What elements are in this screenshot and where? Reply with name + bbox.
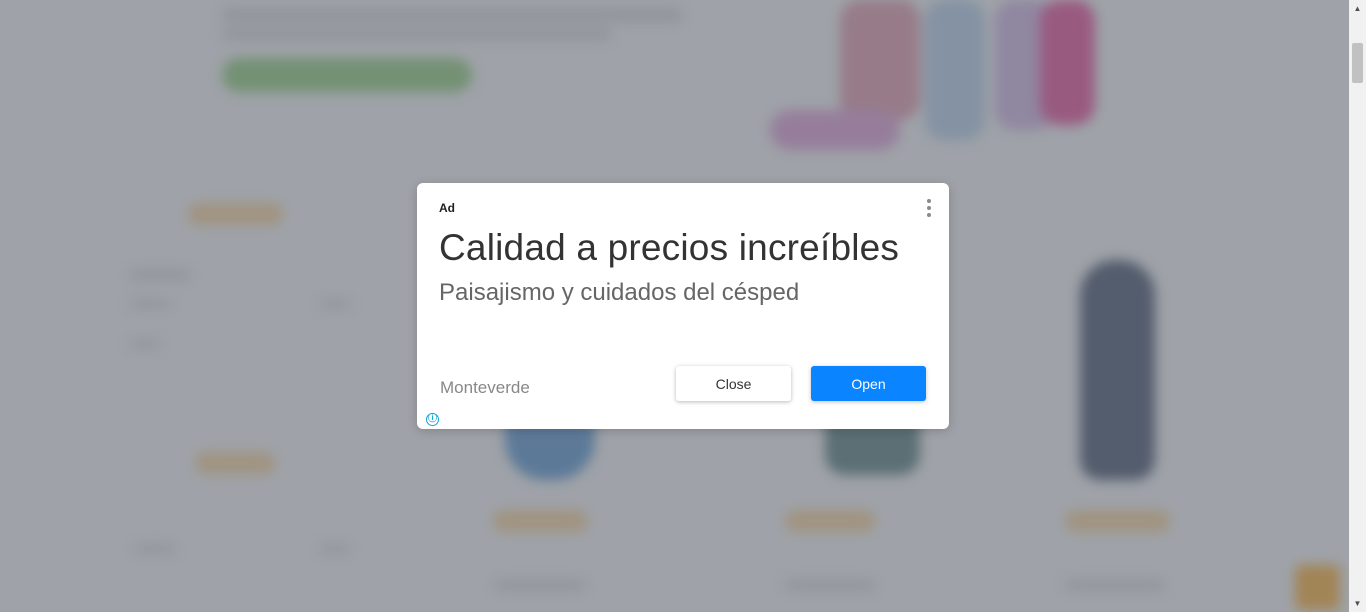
close-button[interactable]: Close (676, 366, 791, 401)
scroll-up-arrow-icon[interactable]: ▲ (1349, 0, 1366, 17)
ad-headline[interactable]: Calidad a precios increíbles (439, 227, 899, 269)
more-vert-icon[interactable] (923, 198, 935, 218)
open-button[interactable]: Open (811, 366, 926, 401)
interstitial-ad-dialog: Ad Calidad a precios increíbles Paisajis… (417, 183, 949, 429)
ad-info-icon[interactable]: ⓘ (426, 413, 439, 426)
scroll-thumb[interactable] (1352, 43, 1363, 83)
ad-advertiser-name[interactable]: Monteverde (440, 378, 530, 398)
vertical-scrollbar[interactable]: ▲ ▼ (1349, 0, 1366, 612)
ad-label: Ad (439, 201, 455, 215)
scroll-down-arrow-icon[interactable]: ▼ (1349, 595, 1366, 612)
ad-subheadline[interactable]: Paisajismo y cuidados del césped (439, 279, 799, 307)
